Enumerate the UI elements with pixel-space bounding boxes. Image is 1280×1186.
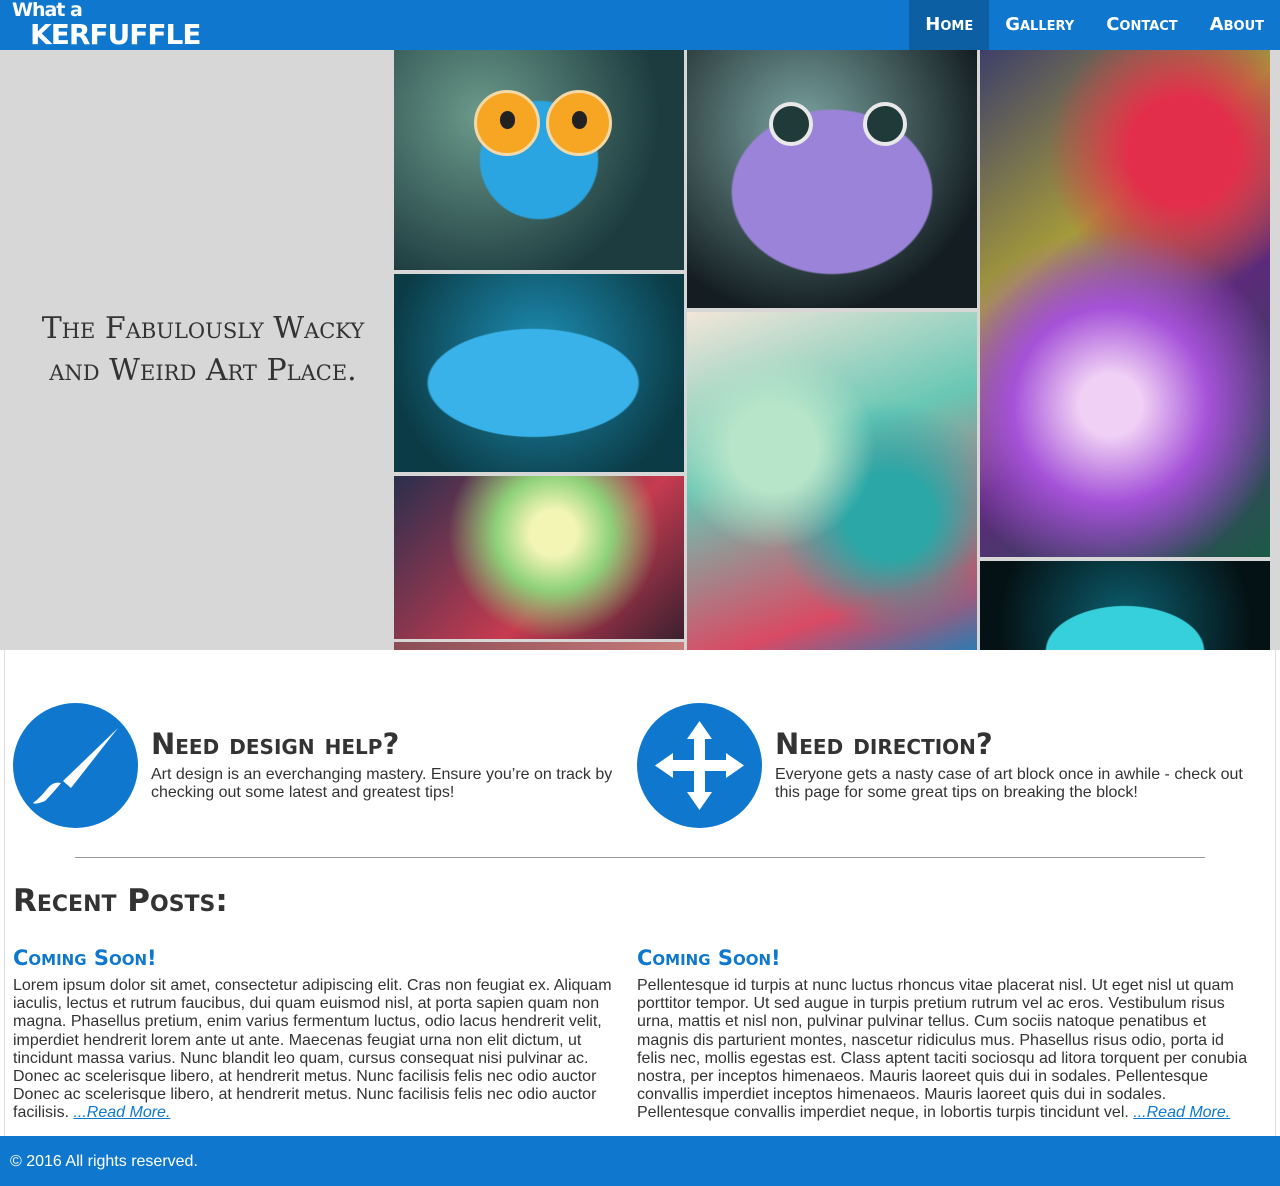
- post-card: Coming Soon! Lorem ipsum dolor sit amet,…: [13, 945, 623, 1123]
- top-bar: What a KERFUFFLE Home Gallery Contact Ab…: [0, 0, 1280, 50]
- section-divider: [75, 857, 1205, 858]
- gallery-tile-abstract-glow[interactable]: [394, 476, 684, 639]
- gallery-tile-purple-frog[interactable]: [687, 50, 977, 308]
- logo-line-1: What a: [12, 0, 83, 21]
- service-text: Everyone gets a nasty case of art block …: [775, 766, 1243, 801]
- post-card: Coming Soon! Pellentesque id turpis at n…: [637, 945, 1252, 1123]
- paintbrush-icon: [13, 703, 138, 828]
- main-nav: Home Gallery Contact About: [909, 0, 1280, 50]
- gallery-tile-dinosaur[interactable]: [394, 274, 684, 472]
- frog-eye: [863, 102, 907, 146]
- post-body: Pellentesque id turpis at nunc luctus rh…: [637, 977, 1252, 1123]
- monster-eye: [474, 90, 540, 156]
- nav-about[interactable]: About: [1194, 0, 1280, 50]
- read-more-link[interactable]: ...Read More.: [1133, 1104, 1230, 1121]
- hero-banner: The Fabulously Wacky and Weird Art Place…: [0, 50, 1280, 650]
- frog-eye: [769, 102, 813, 146]
- gallery-tile-partial[interactable]: [394, 642, 684, 650]
- post-body: Lorem ipsum dolor sit amet, consectetur …: [13, 977, 623, 1123]
- hero-tagline: The Fabulously Wacky and Weird Art Place…: [41, 311, 365, 388]
- gallery-tile-watercolor[interactable]: [687, 312, 977, 650]
- logo-line-2: KERFUFFLE: [30, 18, 201, 51]
- nav-home[interactable]: Home: [909, 0, 990, 50]
- service-title: Need direction?: [775, 727, 993, 761]
- nav-contact[interactable]: Contact: [1090, 0, 1193, 50]
- service-text: Art design is an everchanging mastery. E…: [151, 766, 613, 801]
- content-border-left: [4, 650, 5, 1136]
- read-more-link[interactable]: ...Read More.: [73, 1104, 170, 1121]
- monster-eye: [546, 90, 612, 156]
- gallery-tile-antenna-creature[interactable]: [980, 561, 1270, 650]
- post-excerpt: Lorem ipsum dolor sit amet, consectetur …: [13, 977, 612, 1122]
- site-footer: © 2016 All rights reserved.: [0, 1136, 1280, 1186]
- gallery-tile-blue-monster[interactable]: [394, 50, 684, 270]
- copyright-text: © 2016 All rights reserved.: [10, 1153, 198, 1170]
- nav-gallery[interactable]: Gallery: [989, 0, 1090, 50]
- gallery-tile-stained-abstract[interactable]: [980, 50, 1270, 557]
- post-excerpt: Pellentesque id turpis at nunc luctus rh…: [637, 977, 1248, 1122]
- post-title[interactable]: Coming Soon!: [13, 945, 623, 971]
- content-border-right: [1275, 650, 1276, 1136]
- move-arrows-icon: [637, 703, 762, 828]
- recent-posts-heading: Recent Posts:: [13, 883, 228, 919]
- service-title: Need design help?: [151, 727, 400, 761]
- post-title[interactable]: Coming Soon!: [637, 945, 1252, 971]
- site-logo[interactable]: What a KERFUFFLE: [10, 0, 201, 50]
